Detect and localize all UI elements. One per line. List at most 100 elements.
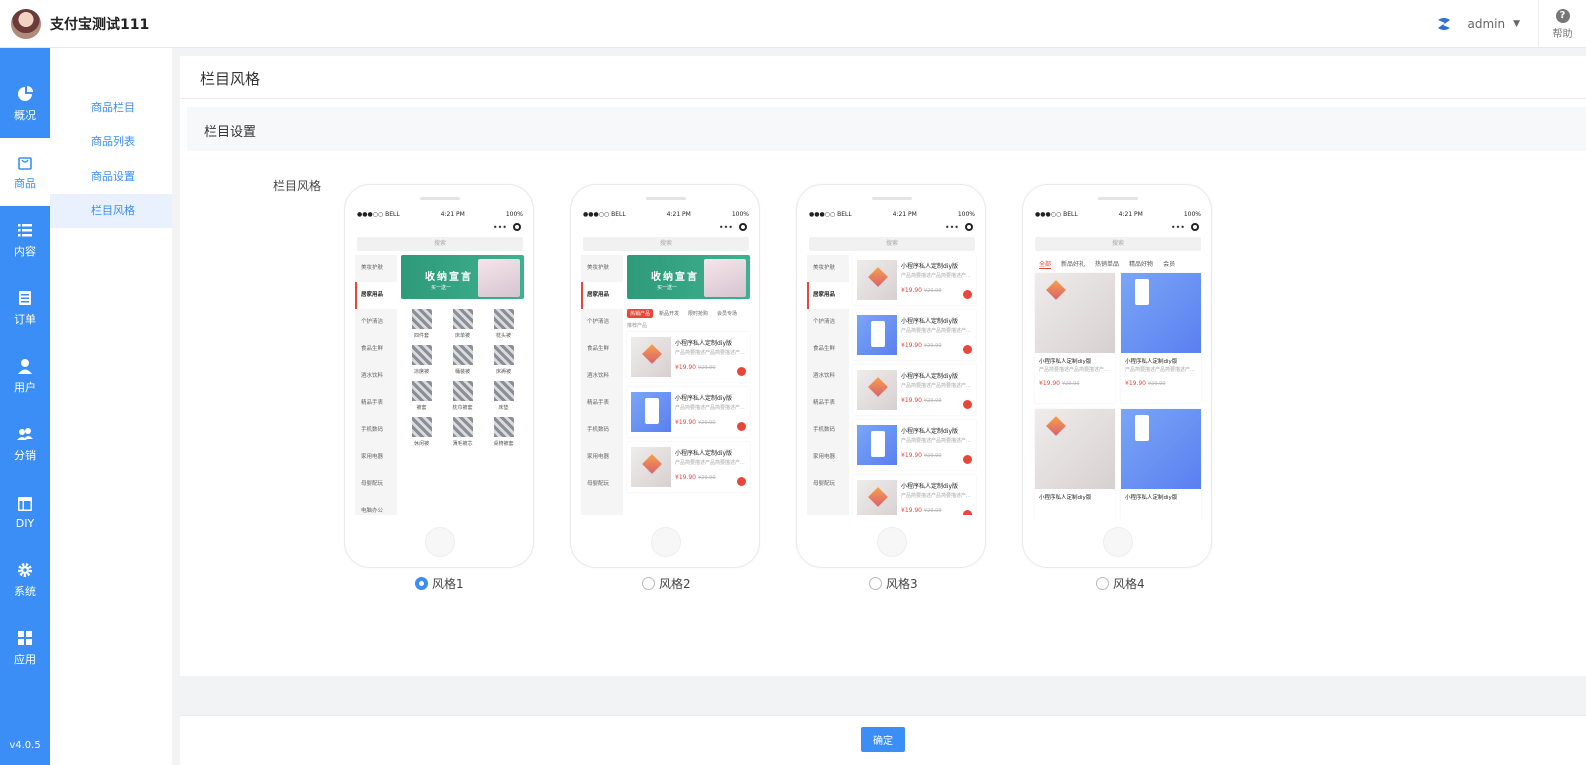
clock: 4:21 PM xyxy=(666,211,691,218)
nav-item-goods[interactable]: 商品 xyxy=(0,138,50,206)
radio-button[interactable] xyxy=(642,577,655,590)
product-grid: 小程序私人定制diy版 产品简要描述产品简要描述产... ¥19.90 ¥29.9… xyxy=(1033,273,1203,519)
style-option-3[interactable]: 风格3 xyxy=(869,575,918,592)
nav-item-orders[interactable]: 订单 xyxy=(0,274,50,342)
nav-item-content[interactable]: 内容 xyxy=(0,206,50,274)
style-option-4[interactable]: 风格4 xyxy=(1096,575,1145,592)
user-icon xyxy=(18,359,32,374)
target-icon xyxy=(739,223,747,231)
radio-button[interactable] xyxy=(415,577,428,590)
carrier: ●●●○○ BELL xyxy=(809,211,852,218)
nav-item-overview[interactable]: 概况 xyxy=(0,70,50,138)
nav-item-system[interactable]: 系统 xyxy=(0,546,50,614)
product-card: 小程序私人定制diy版 产品简要描述产品简要描述产... ¥19.90 ¥29.9… xyxy=(853,255,976,305)
sub-item-goods-category[interactable]: 商品栏目 xyxy=(50,91,172,125)
product-card: 小程序私人定制diy版 产品简要描述产品简要描述产... ¥19.90 ¥29.9… xyxy=(627,387,750,437)
nav-label: 系统 xyxy=(14,585,36,598)
grid-image xyxy=(493,381,514,401)
nav-label: DIY xyxy=(15,516,35,530)
banner-image xyxy=(704,259,746,297)
old-price: ¥29.90 xyxy=(924,453,942,459)
product-desc: 产品简要描述产品简要描述产... xyxy=(675,460,745,466)
product-price: ¥19.90 ¥29.90 xyxy=(1121,374,1201,387)
nav-label: 分销 xyxy=(14,449,36,462)
help-button[interactable]: ? 帮助 xyxy=(1538,0,1586,48)
battery: 100% xyxy=(1183,211,1201,218)
product-desc: 产品简要描述产品简要描述产... xyxy=(901,328,971,334)
sub-item-category-style[interactable]: 栏目风格 xyxy=(50,194,172,228)
price: ¥19.90 xyxy=(901,452,922,459)
style-preview-3[interactable]: ●●●○○ BELL 4:21 PM 100% ••• 搜索 美妆护肤 居家用品… xyxy=(796,184,986,568)
grid-label: 休闲被 xyxy=(413,441,429,447)
price: ¥19.90 xyxy=(901,397,922,404)
old-price: ¥29.90 xyxy=(924,343,942,349)
price: ¥19.90 xyxy=(1125,380,1146,387)
category-column: 美妆护肤 居家用品 个护清洁 食品生鲜 酒水饮料 精品手表 手机数码 家用电器 … xyxy=(581,255,623,515)
category-item: 家用电器 xyxy=(813,454,836,460)
gear-icon xyxy=(18,563,32,577)
carrier: ●●●○○ BELL xyxy=(357,211,400,218)
chevron-down-icon[interactable]: ▼ xyxy=(1513,19,1520,29)
category-item: 个护清洁 xyxy=(361,319,384,325)
price: ¥19.90 xyxy=(901,287,922,294)
style-option-2[interactable]: 风格2 xyxy=(642,575,691,592)
product-title: 小程序私人定制diy版 xyxy=(1039,359,1092,365)
grid-icon xyxy=(18,631,32,645)
option-label: 风格4 xyxy=(1113,577,1145,591)
app-title: 支付宝测试111 xyxy=(50,16,150,33)
grid-label: 床褥被 xyxy=(495,369,511,375)
banner-subtitle: 买一送一 xyxy=(657,285,678,291)
add-cart-icon xyxy=(737,422,746,431)
category-item: 美妆护肤 xyxy=(361,265,384,271)
grid-item: 桌椅被套 xyxy=(483,417,524,447)
category-item: 电脑办公 xyxy=(361,508,384,514)
avatar[interactable] xyxy=(11,8,41,39)
nav-label: 商品 xyxy=(14,177,36,190)
search-bar: 搜索 xyxy=(1035,237,1201,251)
product-title: 小程序私人定制diy版 xyxy=(901,483,959,490)
radio-button[interactable] xyxy=(1096,577,1109,590)
style-option-1[interactable]: 风格1 xyxy=(415,575,464,592)
category-item: 精品手表 xyxy=(813,400,836,406)
nav-label: 概况 xyxy=(14,109,36,122)
grid-image xyxy=(493,417,514,437)
grid-label: 凉席被 xyxy=(413,369,429,375)
grid-item: 床褥被 xyxy=(483,345,524,375)
style-preview-2[interactable]: ●●●○○ BELL 4:21 PM 100% ••• 搜索 美妆护肤 居家用品… xyxy=(570,184,760,568)
search-bar: 搜索 xyxy=(809,237,975,251)
footer-bar: 确定 xyxy=(180,715,1586,765)
confirm-button[interactable]: 确定 xyxy=(861,727,905,752)
admin-name[interactable]: admin xyxy=(1467,17,1505,31)
nav-item-diy[interactable]: DIY xyxy=(0,478,50,546)
product-image xyxy=(857,315,897,355)
clock: 4:21 PM xyxy=(1118,211,1143,218)
sub-item-goods-list[interactable]: 商品列表 xyxy=(50,125,172,159)
radio-button[interactable] xyxy=(869,577,882,590)
old-price: ¥29.90 xyxy=(1062,381,1080,387)
grid-label: 被套 xyxy=(416,405,427,411)
product-title: 小程序私人定制diy版 xyxy=(675,395,733,402)
nav-item-users[interactable]: 用户 xyxy=(0,342,50,410)
more-icon: ••• xyxy=(718,222,733,232)
sub-nav: 商品栏目 商品列表 商品设置 栏目风格 xyxy=(50,48,172,765)
grid-item: 枕巾被套 xyxy=(442,381,483,411)
grid-item: 枕头被 xyxy=(483,309,524,339)
target-icon xyxy=(1191,223,1199,231)
grid-label: 四件套 xyxy=(413,333,429,339)
old-price: ¥29.90 xyxy=(698,475,716,481)
old-price: ¥29.90 xyxy=(1148,381,1166,387)
price: ¥19.90 xyxy=(1039,380,1060,387)
nav-item-apps[interactable]: 应用 xyxy=(0,614,50,682)
nav-item-distribution[interactable]: 分销 xyxy=(0,410,50,478)
style-preview-4[interactable]: ●●●○○ BELL 4:21 PM 100% ••• 搜索 全部 新品好礼 热… xyxy=(1022,184,1212,568)
capsule: ••• xyxy=(581,221,751,233)
grid-item: 凉席被 xyxy=(401,345,442,375)
nav-label: 应用 xyxy=(14,653,36,666)
old-price: ¥29.90 xyxy=(698,420,716,426)
category-item: 食品生鲜 xyxy=(813,346,836,352)
sub-item-goods-settings[interactable]: 商品设置 xyxy=(50,160,172,194)
phone-screen: ●●●○○ BELL 4:21 PM 100% ••• 搜索 美妆护肤 居家用品… xyxy=(581,209,751,519)
list-icon xyxy=(18,224,32,237)
phone-speaker xyxy=(646,197,686,200)
style-preview-1[interactable]: ●●●○○ BELL 4:21 PM 100% ••• 搜索 美妆护肤 居家用品… xyxy=(344,184,534,568)
